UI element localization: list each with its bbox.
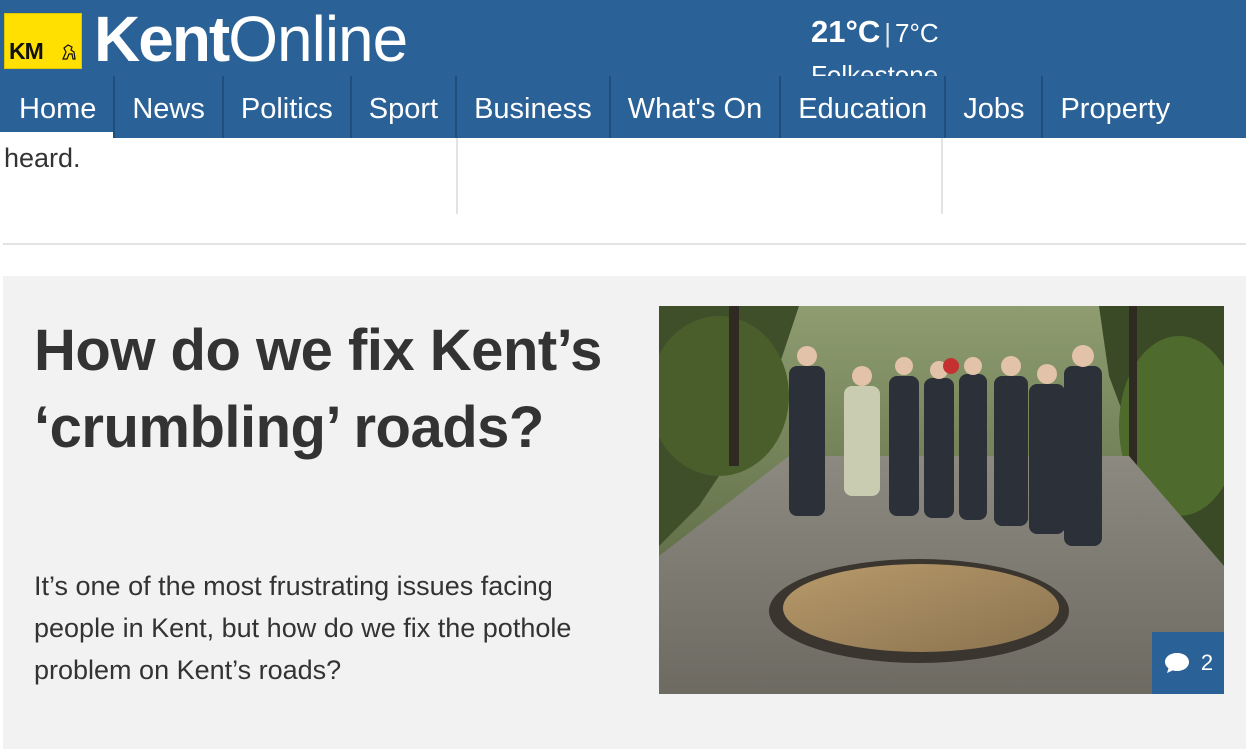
nav-item-news[interactable]: News [113, 76, 222, 138]
speech-bubble-icon [1164, 653, 1189, 673]
feature-standfirst: It’s one of the most frustrating issues … [34, 571, 572, 685]
feature-headline[interactable]: How do we fix Kent’s ‘crumbling’ roads? [34, 312, 614, 466]
kentonline-brand[interactable]: KentOnline [94, 3, 408, 75]
nav-item-property[interactable]: Property [1041, 76, 1187, 138]
weather-high: 21°C [811, 14, 881, 49]
weather-location: Folkestone [811, 60, 939, 76]
weather-separator: | [884, 18, 892, 48]
section-divider [3, 243, 1246, 245]
feature-photo[interactable] [659, 306, 1224, 694]
photo-of-residents-by-pothole-icon [659, 306, 1224, 694]
nav-item-business[interactable]: Business [455, 76, 609, 138]
invicta-horse-icon [62, 44, 76, 60]
nav-item-home[interactable]: Home [0, 76, 114, 138]
comment-count: 2 [1200, 650, 1214, 675]
brand-bold: Kent [94, 3, 230, 75]
km-logo-text: KM [9, 38, 44, 64]
nav-item-education[interactable]: Education [779, 76, 944, 138]
previous-story-text[interactable]: heard. [4, 143, 81, 174]
main-nav: Home News Politics Sport Business What's… [0, 76, 1246, 138]
nav-item-sport[interactable]: Sport [349, 76, 455, 138]
site-header: KM KentOnline 21°C | 7°C Folkestone [0, 0, 1246, 76]
weather-widget[interactable]: 21°C | 7°C [811, 14, 939, 50]
column-divider [456, 138, 458, 214]
nav-item-whats-on[interactable]: What's On [608, 76, 779, 138]
brand-light: Online [228, 3, 408, 75]
comments-button[interactable]: 2 [1152, 632, 1224, 694]
weather-low: 7°C [895, 18, 939, 48]
feature-story-card[interactable]: How do we fix Kent’s ‘crumbling’ roads? … [3, 276, 1246, 749]
nav-item-politics[interactable]: Politics [221, 76, 350, 138]
column-divider [941, 138, 943, 214]
nav-item-jobs[interactable]: Jobs [944, 76, 1041, 138]
km-logo[interactable]: KM [4, 13, 82, 69]
